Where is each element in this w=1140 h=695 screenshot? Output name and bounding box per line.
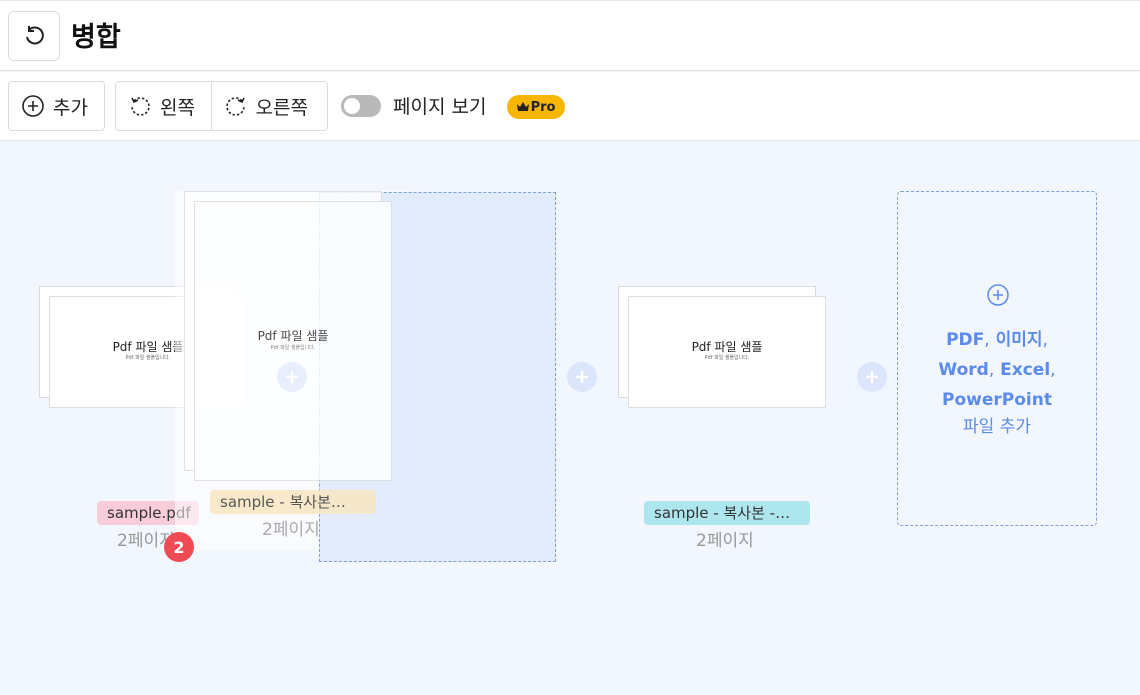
undo-button[interactable]	[8, 11, 60, 61]
page-title-text: Pdf 파일 샘플	[257, 329, 329, 343]
page-view-label: 페이지 보기	[393, 96, 487, 118]
crown-icon	[516, 102, 529, 111]
rotate-button-group: 왼쪽 오른쪽	[115, 81, 328, 131]
separator: ,	[984, 330, 990, 350]
plus-circle-icon	[987, 284, 1009, 306]
pro-label: Pro	[530, 99, 556, 115]
page-sub-text: Pdf 파일 샘플입니다.	[704, 355, 750, 361]
type-excel: Excel	[1000, 360, 1051, 380]
file-name-label: sample - 복사본…	[210, 490, 376, 514]
type-image: 이미지	[995, 330, 1043, 350]
plus-circle-icon	[22, 95, 44, 117]
supported-types: PDF, 이미지, Word, Excel, PowerPoint	[898, 325, 1096, 415]
rotate-right-icon	[225, 97, 245, 116]
insert-between-button[interactable]	[567, 362, 597, 392]
rotate-right-button[interactable]: 오른쪽	[211, 82, 327, 130]
insert-between-button[interactable]	[277, 362, 307, 392]
file-name-label: sample - 복사본 -…	[644, 501, 810, 525]
rotate-right-label: 오른쪽	[255, 96, 309, 119]
plus-icon	[866, 371, 878, 383]
rotate-left-label: 왼쪽	[160, 96, 195, 119]
page-sub-text: Pdf 파일 샘플입니다.	[270, 345, 316, 351]
rotate-left-icon	[131, 97, 150, 116]
add-file-button[interactable]: 추가	[8, 81, 105, 131]
separator: ,	[1042, 330, 1048, 350]
plus-icon	[286, 371, 298, 383]
plus-icon	[576, 371, 588, 383]
add-file-text: 파일 추가	[963, 417, 1031, 437]
page-count: 2페이지	[262, 520, 320, 540]
add-file-drop-zone[interactable]: PDF, 이미지, Word, Excel, PowerPoint 파일 추가	[897, 191, 1097, 526]
type-pdf: PDF	[946, 330, 985, 350]
separator: ,	[1050, 360, 1056, 380]
rotate-left-button[interactable]: 왼쪽	[116, 82, 212, 130]
app-header: 병합	[0, 0, 1140, 71]
page-title: 병합	[71, 22, 121, 53]
add-file-label: 추가	[53, 96, 88, 119]
type-word: Word	[938, 360, 989, 380]
drag-count-badge: 2	[164, 532, 194, 562]
undo-icon	[26, 26, 44, 45]
separator: ,	[988, 360, 995, 380]
page-title-text: Pdf 파일 샘플	[691, 340, 763, 354]
page-count: 2페이지	[696, 531, 754, 551]
page-thumbnail: Pdf 파일 샘플 Pdf 파일 샘플입니다.	[194, 201, 392, 481]
pro-badge: Pro	[507, 95, 565, 119]
page-view-toggle[interactable]	[341, 95, 381, 117]
toolbar: 추가 왼쪽 오른쪽 페이지 보기 Pro	[0, 72, 1140, 141]
insert-between-button[interactable]	[857, 362, 887, 392]
page-thumbnail: Pdf 파일 샘플 Pdf 파일 샘플입니다.	[628, 296, 826, 408]
toggle-knob	[344, 98, 360, 114]
type-powerpoint: PowerPoint	[942, 390, 1052, 410]
